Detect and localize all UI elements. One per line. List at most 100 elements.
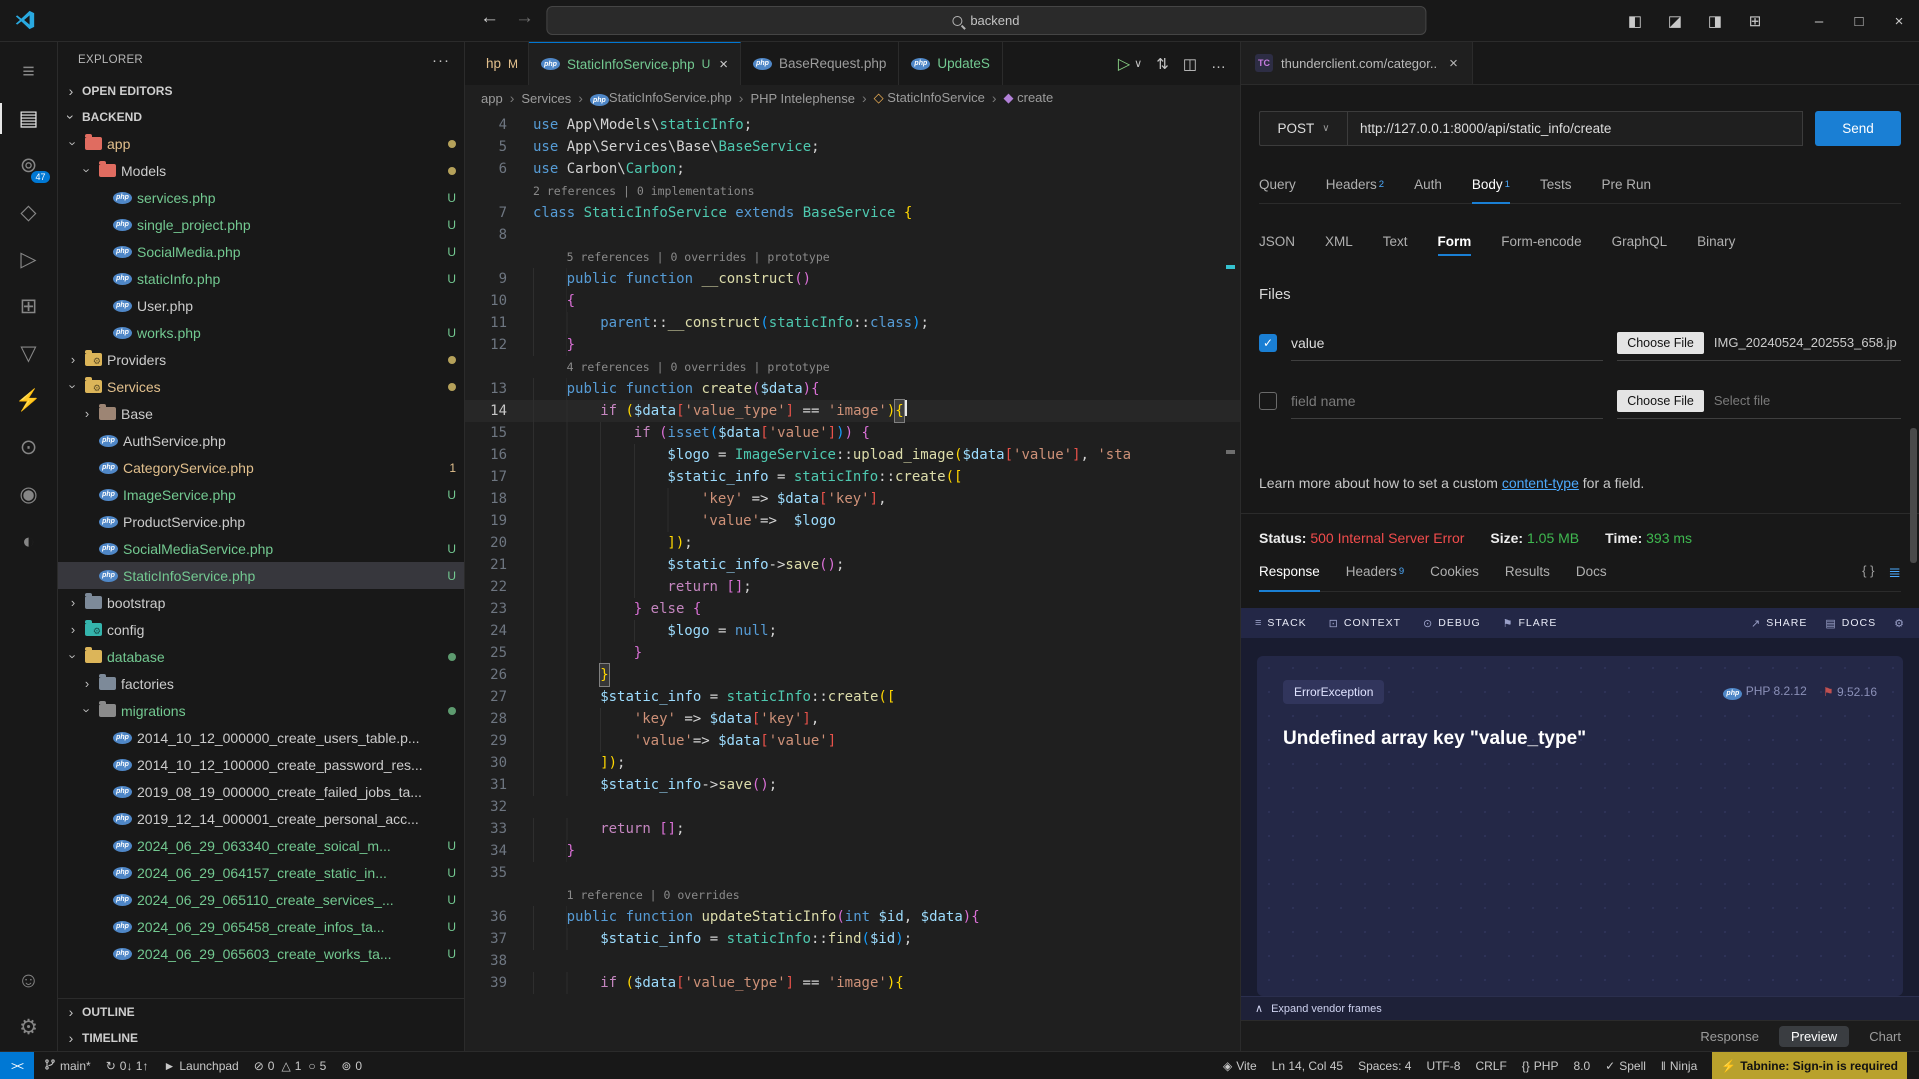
activity-item-accounts[interactable]: ☺ (0, 957, 58, 1004)
code-line-24[interactable]: 24$logo = null; (465, 620, 1240, 642)
content-type-link[interactable]: content-type (1502, 475, 1579, 491)
code-line-9[interactable]: 9public function __construct() (465, 268, 1240, 290)
code-line-13[interactable]: 13public function create($data){ (465, 378, 1240, 400)
code-line-12[interactable]: 12} (465, 334, 1240, 356)
status-warnings[interactable]: △1 (281, 1059, 301, 1073)
folder-migrations[interactable]: ›migrations (58, 697, 464, 724)
status-spell-checker[interactable]: ✓Spell (1605, 1059, 1646, 1073)
activity-item-menu[interactable]: ≡ (0, 48, 58, 95)
code-line-8[interactable]: 8 (465, 224, 1240, 246)
method-select[interactable]: POST ∨ (1259, 111, 1347, 146)
folder-services[interactable]: ›⚙Services (58, 373, 464, 400)
code-line-31[interactable]: 31$static_info->save(); (465, 774, 1240, 796)
command-center-search[interactable]: backend (546, 6, 1426, 35)
file-services-php[interactable]: phpservices.phpU (58, 184, 464, 211)
thunder-client-tab[interactable]: TC thunderclient.com/categor.. × (1241, 42, 1473, 84)
code-line-32[interactable]: 32 (465, 796, 1240, 818)
body-tab-form[interactable]: Form (1438, 226, 1472, 256)
expand-vendor-frames[interactable]: ∧ Expand vendor frames (1241, 996, 1919, 1020)
body-tab-binary[interactable]: Binary (1697, 226, 1735, 256)
folder-config[interactable]: ›⚙config (58, 616, 464, 643)
breadcrumb-staticinfoservice-php[interactable]: phpStaticInfoService.php (590, 90, 732, 107)
response-tab-docs[interactable]: Docs (1576, 552, 1607, 591)
codelens-row[interactable]: 2 references | 0 implementations (465, 180, 1240, 202)
folder-base[interactable]: ›Base (58, 400, 464, 427)
code-line-11[interactable]: 11parent::__construct(staticInfo::class)… (465, 312, 1240, 334)
tab-baserequest-php[interactable]: phpBaseRequest.php (741, 42, 899, 85)
file-imageservice-php[interactable]: phpImageService.phpU (58, 481, 464, 508)
status-ninja[interactable]: ‖Ninja (1661, 1059, 1697, 1073)
activity-item-extensions[interactable]: ⊞ (0, 283, 58, 330)
code-line-37[interactable]: 37$static_info = staticInfo::find($id); (465, 928, 1240, 950)
close-button[interactable]: × (1879, 13, 1919, 30)
back-button[interactable]: ← (480, 7, 499, 29)
toggle-panel-icon[interactable]: ◪ (1655, 12, 1695, 30)
status-git-sync[interactable]: ↻0↓ 1↑ (106, 1059, 149, 1073)
activity-item-package[interactable]: ◇ (0, 189, 58, 236)
code-line-5[interactable]: 5use App\Services\Base\BaseService; (465, 136, 1240, 158)
body-tab-graphql[interactable]: GraphQL (1612, 226, 1668, 256)
code-line-30[interactable]: 30]); (465, 752, 1240, 774)
activity-item-thunder-client[interactable]: ⚡ (0, 377, 58, 424)
response-tab-headers[interactable]: Headers9 (1346, 552, 1404, 591)
body-tab-xml[interactable]: XML (1325, 226, 1353, 256)
file-2024-06-29-063340-create-soical-m[interactable]: php2024_06_29_063340_create_soical_m...U (58, 832, 464, 859)
code-braces-icon[interactable]: { } (1862, 563, 1874, 581)
status-language-mode[interactable]: {}PHP (1522, 1059, 1559, 1073)
file-2024-06-29-064157-create-static-in[interactable]: php2024_06_29_064157_create_static_in...… (58, 859, 464, 886)
file-staticinfoservice-php[interactable]: phpStaticInfoService.phpU (58, 562, 464, 589)
file-2019-12-14-000001-create-personal-acc[interactable]: php2019_12_14_000001_create_personal_acc… (58, 805, 464, 832)
field-name-input[interactable]: value (1291, 325, 1603, 361)
open-editors-section[interactable]: › OPEN EDITORS (58, 78, 464, 104)
file-categoryservice-php[interactable]: phpCategoryService.php1 (58, 454, 464, 481)
workspace-root-section[interactable]: › BACKEND (58, 104, 464, 130)
timeline-section[interactable]: › TIMELINE (58, 1025, 464, 1051)
response-tab-response[interactable]: Response (1259, 552, 1320, 591)
flare-menu-stack[interactable]: ≡STACK (1255, 617, 1307, 629)
code-editor[interactable]: 4use App\Models\staticInfo;5use App\Serv… (465, 111, 1240, 1051)
request-tab-auth[interactable]: Auth (1414, 166, 1442, 203)
checkbox-checked[interactable]: ✓ (1259, 334, 1277, 352)
more-actions-icon[interactable]: … (1211, 55, 1226, 72)
breadcrumb-services[interactable]: Services (521, 91, 571, 106)
activity-item-testing[interactable]: ▽ (0, 330, 58, 377)
status-encoding[interactable]: UTF-8 (1426, 1059, 1460, 1073)
status-eol[interactable]: CRLF (1475, 1059, 1506, 1073)
code-line-15[interactable]: 15if (isset($data['value'])) { (465, 422, 1240, 444)
file-2019-08-19-000000-create-failed-jobs-ta[interactable]: php2019_08_19_000000_create_failed_jobs_… (58, 778, 464, 805)
code-line-33[interactable]: 33return []; (465, 818, 1240, 840)
status-cursor-position[interactable]: Ln 14, Col 45 (1272, 1059, 1343, 1073)
view-tab-preview[interactable]: Preview (1779, 1026, 1849, 1047)
remote-indicator[interactable]: >< (0, 1052, 34, 1079)
code-line-22[interactable]: 22return []; (465, 576, 1240, 598)
status-ports[interactable]: ⊚0 (341, 1059, 362, 1073)
run-dropdown-icon[interactable]: ∨ (1134, 57, 1142, 70)
file-single-project-php[interactable]: phpsingle_project.phpU (58, 211, 464, 238)
code-line-20[interactable]: 20]); (465, 532, 1240, 554)
status-git-branch[interactable]: main* (44, 1058, 91, 1074)
flare-action-share[interactable]: ↗SHARE (1751, 617, 1807, 630)
code-line-23[interactable]: 23} else { (465, 598, 1240, 620)
file-socialmedia-php[interactable]: phpSocialMedia.phpU (58, 238, 464, 265)
close-icon[interactable]: × (719, 56, 728, 73)
tab-hp[interactable]: hpM (465, 42, 529, 85)
choose-file-button[interactable]: Choose File (1617, 332, 1704, 354)
folder-bootstrap[interactable]: ›bootstrap (58, 589, 464, 616)
toggle-sidebar-icon[interactable]: ◧ (1615, 12, 1655, 30)
menu-lines-icon[interactable]: ≣ (1888, 563, 1901, 581)
field-name-input[interactable]: field name (1291, 383, 1603, 419)
file-authservice-php[interactable]: phpAuthService.php (58, 427, 464, 454)
customize-layout-icon[interactable]: ⊞ (1735, 12, 1775, 30)
activity-item-remote[interactable]: ◉ (0, 471, 58, 518)
response-tab-cookies[interactable]: Cookies (1430, 552, 1479, 591)
code-line-14[interactable]: 14if ($data['value_type'] == 'image'){ (465, 400, 1240, 422)
outline-section[interactable]: › OUTLINE (58, 999, 464, 1025)
flare-menu-context[interactable]: ⊡CONTEXT (1329, 617, 1401, 630)
choose-file-button[interactable]: Choose File (1617, 390, 1704, 412)
file-socialmediaservice-php[interactable]: phpSocialMediaService.phpU (58, 535, 464, 562)
folder-models[interactable]: ›Models (58, 157, 464, 184)
activity-item-database[interactable]: ◐ (0, 518, 58, 565)
request-tab-query[interactable]: Query (1259, 166, 1296, 203)
code-line-17[interactable]: 17$static_info = staticInfo::create([ (465, 466, 1240, 488)
tab-staticinfoservice-php[interactable]: phpStaticInfoService.phpU× (529, 42, 741, 85)
